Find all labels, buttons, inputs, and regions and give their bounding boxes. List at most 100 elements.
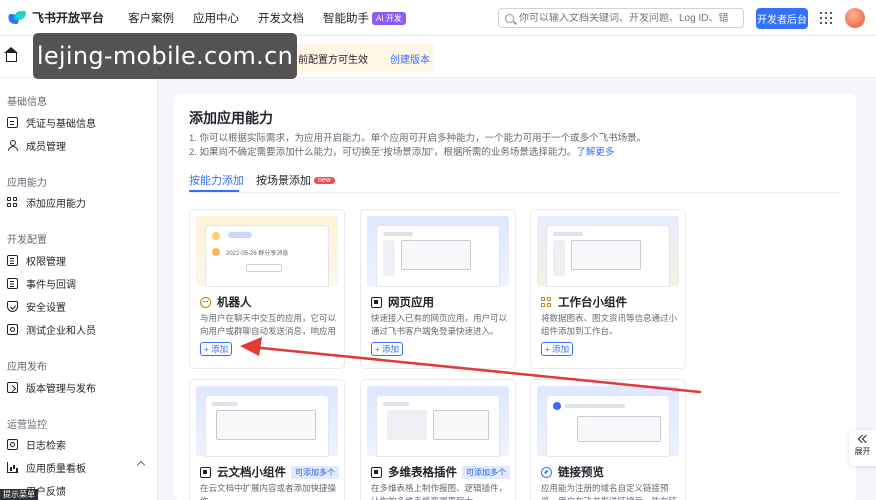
thumbnail-mock: 2022-05-26 群分享消息 (206, 226, 328, 286)
chevron-up-icon[interactable] (136, 460, 146, 470)
add-robot-button[interactable]: + 添加 (200, 342, 232, 356)
search-input[interactable] (519, 12, 729, 24)
add-capability-panel: 添加应用能力 1. 你可以根据实际需求，为应用开启能力。单个应用可开启多种能力，… (174, 94, 856, 500)
robot-icon (200, 296, 211, 308)
search-box[interactable] (498, 8, 744, 28)
card-title: 工作台小组件 (541, 294, 627, 310)
sidebar-item-log-search[interactable]: 日志检索 (7, 435, 147, 453)
capability-card-link-preview[interactable]: 链接预览 应用能为注册的域名自定义链接预览，用户在飞书发送链接后，能在链接下方展… (530, 379, 686, 500)
add-web-app-button[interactable]: + 添加 (371, 342, 403, 356)
top-navigation-bar: 飞书开放平台 客户案例 应用中心 开发文档 智能助手AI 开发 开发者后台 (0, 0, 876, 36)
feishu-logo-icon (7, 10, 26, 25)
capability-card-bitable-plugin[interactable]: 多维表格插件可添加多个 在多维表格上制作报图、逻辑插件，让你的多维表格变得更强大… (360, 379, 516, 500)
nav-ai-assistant-label: 智能助手 (323, 12, 369, 25)
nav-customer-cases[interactable]: 客户案例 (128, 10, 174, 26)
card-title-text: 工作台小组件 (558, 297, 627, 309)
sidebar-item-permissions[interactable]: 权限管理 (7, 251, 147, 269)
add-widget-button[interactable]: + 添加 (541, 342, 573, 356)
nav-app-center[interactable]: 应用中心 (193, 10, 239, 26)
app-grid-icon[interactable] (820, 12, 832, 24)
thumbnail-mock (377, 226, 499, 286)
event-list-icon (7, 277, 18, 289)
capability-card-web-app[interactable]: 网页应用 快速接入已有的网页应用，用户可以通过飞书客户端免登录快速进入。 + 添… (360, 209, 516, 369)
user-avatar[interactable] (845, 8, 865, 28)
thumb-bar (212, 402, 238, 406)
notice-text: 前配置方可生效 (298, 54, 368, 66)
sidebar-item-label: 权限管理 (26, 256, 66, 268)
sidebar-item-test-tenants[interactable]: 测试企业和人员 (7, 320, 147, 338)
tab-by-capability[interactable]: 按能力添加 (189, 172, 244, 188)
tab-by-scenario-label: 按场景添加 (256, 175, 311, 187)
sidebar-item-credentials[interactable]: 凭证与基础信息 (7, 113, 147, 131)
capability-card-doc-widget[interactable]: 云文档小组件可添加多个 在云文档中扩展内容或者添加快捷操作。 (189, 379, 345, 500)
sidebar-item-label: 测试企业和人员 (26, 325, 96, 337)
capability-card-widget[interactable]: 工作台小组件 将数据图表、图文资讯等信息通过小组件添加到工作台。 + 添加 (530, 209, 686, 369)
sidebar-group-app-capabilities: 应用能力 (7, 178, 47, 189)
card-description: 在云文档中扩展内容或者添加快捷操作。 (200, 483, 337, 500)
thumbnail-mock (547, 226, 669, 286)
brand[interactable]: 飞书开放平台 (7, 9, 116, 26)
sidebar-item-label: 成员管理 (26, 141, 66, 153)
card-thumbnail (537, 216, 679, 286)
capability-card-robot[interactable]: 2022-05-26 群分享消息 机器人 与用户在聊天中交互的应用，它可以向用户… (189, 209, 345, 369)
description-line-2-text: 2. 如果尚不确定需要添加什么能力，可切换至“按场景添加”，根据所需的业务场景选… (189, 147, 577, 158)
sidebar-item-label: 添加应用能力 (26, 198, 86, 210)
card-description: 将数据图表、图文资讯等信息通过小组件添加到工作台。 (541, 313, 678, 336)
description-line-1: 1. 你可以根据实际需求，为应用开启能力。单个应用可开启多种能力，一个能力可用于… (189, 133, 647, 144)
new-badge: new (314, 177, 335, 184)
sidebar-item-add-capability[interactable]: 添加应用能力 (7, 193, 147, 211)
sidebar-item-label: 日志检索 (26, 440, 66, 452)
card-thumbnail: 2022-05-26 群分享消息 (196, 216, 338, 286)
active-tab-indicator (189, 190, 239, 192)
expand-panel-button[interactable]: 展开 (849, 430, 876, 466)
thumb-box (571, 240, 641, 270)
double-chevron-left-icon (858, 434, 868, 444)
tab-by-scenario[interactable]: 按场景添加 new (256, 172, 335, 188)
sidebar-item-quality-dashboard[interactable]: 应用质量看板 (7, 458, 147, 476)
sidebar-item-label: 版本管理与发布 (26, 383, 96, 395)
thumb-side (383, 240, 395, 276)
developer-console-button[interactable]: 开发者后台 (756, 8, 808, 29)
card-title-text: 机器人 (217, 297, 252, 309)
chart-icon (7, 461, 18, 473)
widget-icon (541, 296, 552, 308)
sidebar-item-security[interactable]: 安全设置 (7, 297, 147, 315)
sidebar-item-members[interactable]: 成员管理 (7, 136, 147, 154)
sidebar-item-label: 应用质量看板 (26, 463, 86, 475)
thumb-bar (383, 232, 413, 236)
message-dot-icon (212, 248, 220, 256)
card-title-text: 云文档小组件 (217, 467, 286, 479)
nav-ai-assistant[interactable]: 智能助手 AI 开发 (323, 10, 406, 26)
sidebar-group-release: 应用发布 (7, 362, 47, 373)
card-description: 与用户在聊天中交互的应用，它可以向用户或群聊自动发送消息，响应用户的消... (200, 313, 337, 336)
learn-more-link[interactable]: 了解更多 (576, 147, 614, 158)
card-description: 应用能为注册的域名自定义链接预览，用户在飞书发送链接后，能在链接下方展... (541, 483, 677, 500)
sidebar: 基础信息 凭证与基础信息 成员管理 应用能力 添加应用能力 开发配置 权限管理 … (0, 78, 158, 500)
home-icon[interactable] (4, 47, 18, 62)
publish-icon (7, 381, 18, 393)
sidebar-item-events[interactable]: 事件与回调 (7, 274, 147, 292)
sidebar-group-basic-info: 基础信息 (7, 97, 47, 108)
shield-icon (7, 300, 18, 312)
card-thumbnail (367, 216, 509, 286)
card-description: 快速接入已有的网页应用，用户可以通过飞书客户端免登录快速进入。 (371, 313, 508, 336)
thumb-box (216, 410, 316, 440)
doc-widget-icon (200, 466, 211, 478)
card-title: 云文档小组件 可添加多个 (200, 464, 339, 480)
search-icon (505, 13, 514, 23)
multi-add-tag: 可添加多个 (462, 465, 510, 479)
link-preview-icon (541, 466, 552, 478)
thumb-box (401, 240, 471, 270)
credential-card-icon (7, 116, 18, 128)
description-line-2: 2. 如果尚不确定需要添加什么能力，可切换至“按场景添加”，根据所需的业务场景选… (189, 144, 614, 158)
card-title-text: 链接预览 (558, 467, 604, 479)
nav-dev-docs[interactable]: 开发文档 (258, 10, 304, 26)
sidebar-item-feedback[interactable]: 用户反馈 (26, 481, 166, 499)
sidebar-item-versions[interactable]: 版本管理与发布 (7, 378, 147, 396)
web-app-icon (371, 296, 382, 308)
card-title: 机器人 (200, 294, 252, 310)
permission-list-icon (7, 254, 18, 266)
bitable-plugin-icon (371, 466, 382, 478)
user-icon (7, 139, 18, 151)
create-version-link[interactable]: 创建版本 (390, 51, 430, 66)
